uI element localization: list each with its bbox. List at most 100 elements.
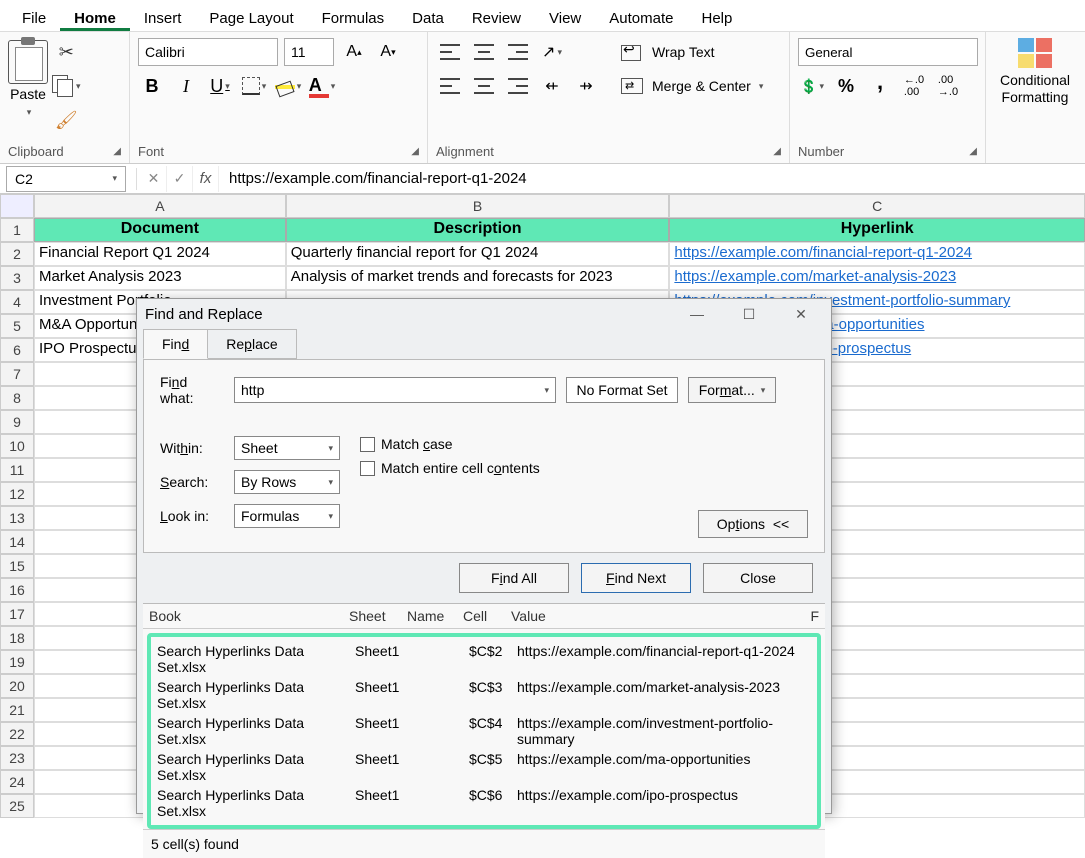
cell-C1[interactable]: Hyperlink (669, 218, 1085, 242)
within-select[interactable]: Sheet▾ (234, 436, 340, 460)
row-header-4[interactable]: 4 (0, 290, 34, 314)
menu-formulas[interactable]: Formulas (308, 6, 399, 31)
cell-A3[interactable]: Market Analysis 2023 (34, 266, 286, 290)
merge-center-button[interactable] (618, 72, 646, 100)
col-formula[interactable]: F (805, 608, 819, 624)
align-center-button[interactable] (470, 72, 498, 100)
decrease-font-button[interactable]: A▾ (374, 38, 402, 66)
orientation-button[interactable]: ▾ (538, 38, 566, 66)
row-header-13[interactable]: 13 (0, 506, 34, 530)
hyperlink[interactable]: https://example.com/market-analysis-2023 (674, 268, 956, 285)
menu-insert[interactable]: Insert (130, 6, 196, 31)
dialog-launcher-icon[interactable]: ◢ (113, 146, 121, 157)
row-header-1[interactable]: 1 (0, 218, 34, 242)
align-middle-button[interactable] (470, 38, 498, 66)
row-header-12[interactable]: 12 (0, 482, 34, 506)
row-header-24[interactable]: 24 (0, 770, 34, 794)
row-header-8[interactable]: 8 (0, 386, 34, 410)
dialog-launcher-icon[interactable]: ◢ (969, 146, 977, 157)
result-row[interactable]: Search Hyperlinks Data Set.xlsxSheet1$C$… (153, 713, 815, 749)
accounting-format-button[interactable]: 💲▾ (798, 72, 826, 100)
close-button[interactable]: Close (703, 563, 813, 593)
menu-file[interactable]: File (8, 6, 60, 31)
match-entire-checkbox[interactable]: Match entire cell contents (360, 460, 540, 476)
bold-button[interactable]: B (138, 72, 166, 100)
italic-button[interactable]: I (172, 72, 200, 100)
row-header-9[interactable]: 9 (0, 410, 34, 434)
column-header-B[interactable]: B (286, 194, 670, 218)
underline-button[interactable]: U▾ (206, 72, 234, 100)
dialog-titlebar[interactable]: Find and Replace — ☐ ✕ (137, 299, 831, 329)
number-format-select[interactable] (798, 38, 978, 66)
row-header-21[interactable]: 21 (0, 698, 34, 722)
col-name[interactable]: Name (407, 608, 463, 624)
row-header-3[interactable]: 3 (0, 266, 34, 290)
tab-replace[interactable]: Replace (207, 329, 296, 359)
cut-button[interactable] (52, 38, 81, 66)
result-row[interactable]: Search Hyperlinks Data Set.xlsxSheet1$C$… (153, 677, 815, 713)
paste-button[interactable]: Paste▾ (8, 38, 48, 134)
align-top-button[interactable] (436, 38, 464, 66)
select-all-corner[interactable] (0, 194, 34, 218)
menu-help[interactable]: Help (687, 6, 746, 31)
options-button[interactable]: Options << (698, 510, 808, 538)
format-button[interactable]: Format...▾ (688, 377, 776, 403)
name-box[interactable]: C2▾ (6, 166, 126, 192)
find-all-button[interactable]: Find All (459, 563, 569, 593)
align-right-button[interactable] (504, 72, 532, 100)
row-header-11[interactable]: 11 (0, 458, 34, 482)
align-bottom-button[interactable] (504, 38, 532, 66)
increase-decimal-button[interactable]: ←.0.00 (900, 72, 928, 100)
menu-data[interactable]: Data (398, 6, 458, 31)
decrease-indent-button[interactable] (538, 72, 566, 100)
row-header-25[interactable]: 25 (0, 794, 34, 818)
menu-view[interactable]: View (535, 6, 595, 31)
cancel-formula-button[interactable]: ✕ (141, 166, 167, 192)
row-header-10[interactable]: 10 (0, 434, 34, 458)
conditional-formatting-button[interactable]: Conditional Formatting (994, 38, 1076, 106)
font-size-input[interactable] (284, 38, 334, 66)
close-window-button[interactable]: ✕ (779, 300, 823, 328)
increase-indent-button[interactable] (572, 72, 600, 100)
formula-input[interactable] (219, 166, 1085, 192)
result-row[interactable]: Search Hyperlinks Data Set.xlsxSheet1$C$… (153, 641, 815, 677)
find-next-button[interactable]: Find Next (581, 563, 691, 593)
cell-B1[interactable]: Description (286, 218, 670, 242)
row-header-19[interactable]: 19 (0, 650, 34, 674)
cell-A2[interactable]: Financial Report Q1 2024 (34, 242, 286, 266)
result-row[interactable]: Search Hyperlinks Data Set.xlsxSheet1$C$… (153, 785, 815, 821)
row-header-17[interactable]: 17 (0, 602, 34, 626)
row-header-5[interactable]: 5 (0, 314, 34, 338)
dialog-launcher-icon[interactable]: ◢ (411, 146, 419, 157)
row-header-23[interactable]: 23 (0, 746, 34, 770)
menu-home[interactable]: Home (60, 6, 130, 31)
search-select[interactable]: By Rows▾ (234, 470, 340, 494)
menu-automate[interactable]: Automate (595, 6, 687, 31)
align-left-button[interactable] (436, 72, 464, 100)
col-value[interactable]: Value (511, 608, 805, 624)
dialog-launcher-icon[interactable]: ◢ (773, 146, 781, 157)
find-what-input[interactable]: http▾ (234, 377, 556, 403)
font-name-input[interactable] (138, 38, 278, 66)
result-row[interactable]: Search Hyperlinks Data Set.xlsxSheet1$C$… (153, 749, 815, 785)
match-case-checkbox[interactable]: Match case (360, 436, 540, 452)
row-header-14[interactable]: 14 (0, 530, 34, 554)
increase-font-button[interactable]: A▴ (340, 38, 368, 66)
border-button[interactable]: ▾ (240, 72, 268, 100)
fill-color-button[interactable]: ▾ (274, 72, 302, 100)
format-painter-button[interactable] (52, 106, 81, 134)
row-header-2[interactable]: 2 (0, 242, 34, 266)
cell-B2[interactable]: Quarterly financial report for Q1 2024 (286, 242, 670, 266)
copy-button[interactable]: ▾ (52, 72, 81, 100)
row-header-7[interactable]: 7 (0, 362, 34, 386)
col-cell[interactable]: Cell (463, 608, 511, 624)
menu-page-layout[interactable]: Page Layout (195, 6, 307, 31)
col-sheet[interactable]: Sheet (349, 608, 407, 624)
maximize-button[interactable]: ☐ (727, 300, 771, 328)
tab-find[interactable]: Find (143, 329, 208, 359)
percent-button[interactable] (832, 72, 860, 100)
cell-B3[interactable]: Analysis of market trends and forecasts … (286, 266, 670, 290)
col-book[interactable]: Book (149, 608, 349, 624)
comma-style-button[interactable] (866, 72, 894, 100)
font-color-button[interactable]: A▾ (308, 72, 336, 100)
